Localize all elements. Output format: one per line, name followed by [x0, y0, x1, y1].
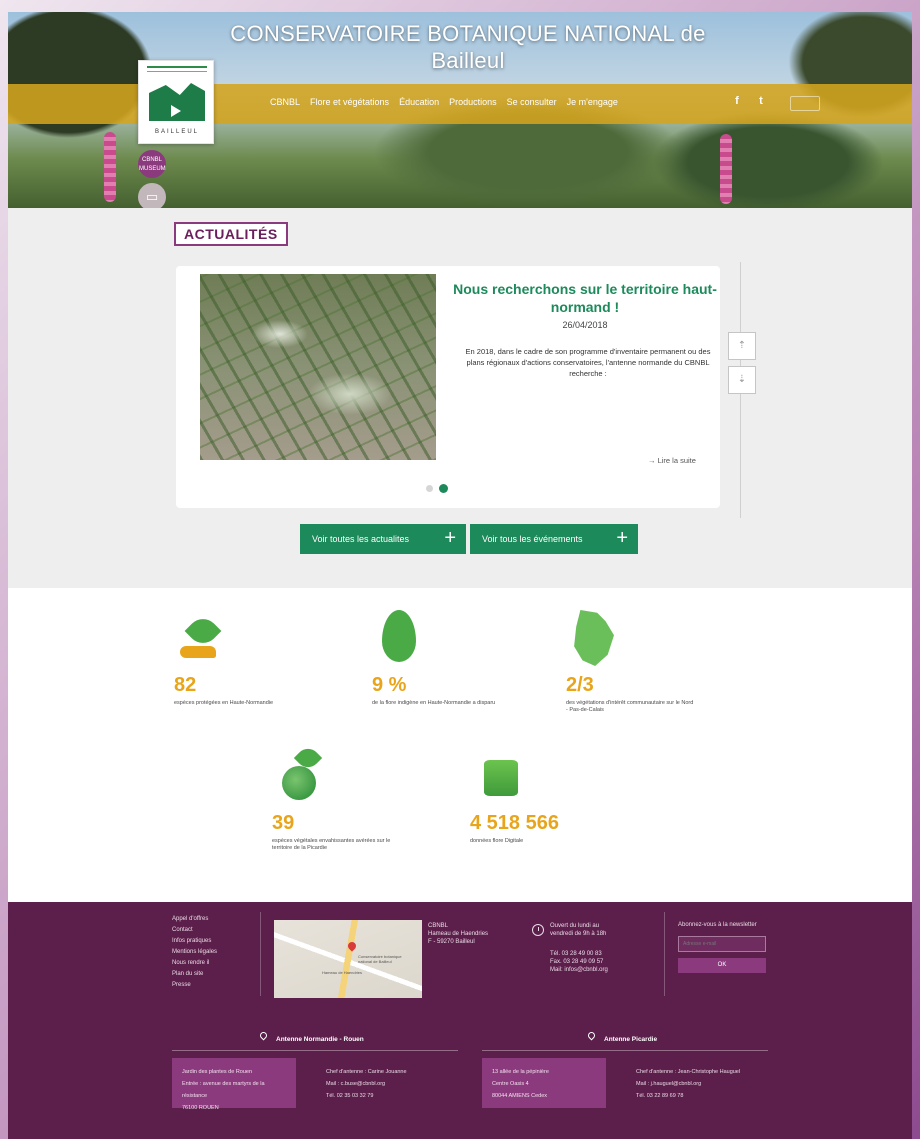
- map-pin-icon: [346, 940, 358, 952]
- stat-caption: de la flore indigène en Haute-Normandie …: [372, 700, 496, 706]
- stat-digital-data: 4 518 566 données flore Digitale: [470, 748, 630, 845]
- nav-item-cbnbl[interactable]: CBNBL: [270, 97, 300, 107]
- stat-protected-species: 82 espèces protégées en Haute-Normandie: [174, 610, 334, 707]
- news-excerpt: En 2018, dans le cadre de son programme …: [465, 347, 711, 378]
- stat-vegetation: 2/3 des végétations d'intérêt communauta…: [566, 610, 726, 714]
- stat-value: 2/3: [566, 674, 594, 696]
- stat-value: 4 518 566: [470, 812, 559, 834]
- globe-shape: [282, 766, 316, 800]
- stat-flora-disappeared: 9 % de la flore indigène en Haute-Norman…: [372, 610, 532, 707]
- nav-item-flore[interactable]: Flore et végétations: [310, 97, 389, 107]
- map-label: Conservatoire botanique national de Bail…: [358, 954, 402, 964]
- section-title-actualites: ACTUALITÉS: [174, 222, 288, 246]
- footer-link[interactable]: Mentions légales: [172, 947, 217, 958]
- news-date: 26/04/2018: [562, 320, 608, 330]
- location-map[interactable]: Conservatoire botanique national de Bail…: [274, 920, 422, 998]
- site-logo[interactable]: BAILLEUL: [138, 60, 214, 144]
- newsletter-email-input[interactable]: [678, 936, 766, 952]
- nav-item-productions[interactable]: Productions: [449, 97, 497, 107]
- footer-divider: [260, 912, 261, 996]
- clock-icon: [532, 924, 544, 936]
- footer-link[interactable]: Infos pratiques: [172, 936, 217, 947]
- carousel-next-button[interactable]: ⇣: [728, 366, 756, 394]
- footer-contact: Tél. 03 28 49 00 83 Fax. 03 28 49 09 57 …: [550, 951, 608, 973]
- nav-item-engage[interactable]: Je m'engage: [567, 97, 618, 107]
- footer-link[interactable]: Presse: [172, 980, 217, 991]
- location-pin-icon: [258, 1030, 269, 1041]
- antenne-address-box: 13 allée de la pépinière Centre Oasis 4 …: [482, 1058, 606, 1108]
- page: CONSERVATOIRE BOTANIQUE NATIONAL de Bail…: [8, 12, 912, 1139]
- antenne-title: Antenne Normandie - Rouen: [276, 1036, 364, 1043]
- footer-link[interactable]: Nous rendre il: [172, 958, 217, 969]
- globe-leaf-icon: [272, 743, 432, 808]
- antenne-contact: Chef d'antenne : Jean-Christophe Hauguel…: [636, 1069, 741, 1099]
- footer-link[interactable]: Contact: [172, 925, 217, 936]
- logo-play-icon: [171, 105, 181, 117]
- antenne-contact: Chef d'antenne : Carine Jouanne Mail : c…: [326, 1069, 407, 1099]
- search-box[interactable]: [790, 96, 820, 111]
- carousel-prev-button[interactable]: ⇡: [728, 332, 756, 360]
- plus-icon: +: [616, 527, 628, 549]
- newsletter-label: Abonnez-vous à la newsletter: [678, 922, 757, 928]
- footer-hours: Ouvert du lundi au vendredi de 9h à 18h: [550, 923, 607, 937]
- hand-plant-icon: [174, 610, 334, 670]
- antenne-address-box: Jardin des plantes de Rouen Entrée : ave…: [172, 1058, 296, 1111]
- book-icon[interactable]: ▭: [138, 183, 166, 211]
- stat-value: 9 %: [372, 674, 407, 696]
- all-events-label: Voir tous les événements: [482, 534, 583, 544]
- antenne-divider: [482, 1050, 768, 1051]
- stat-value: 82: [174, 674, 197, 696]
- stat-caption: données flore Digitale: [470, 838, 524, 844]
- foxglove-flower-right: [720, 134, 732, 204]
- stat-caption: espèces végétales envahissantes avérées …: [272, 838, 391, 851]
- drop-leaf-icon: [372, 610, 532, 670]
- all-news-button[interactable]: Voir toutes les actualites +: [300, 524, 466, 554]
- plus-icon: +: [444, 527, 456, 549]
- museum-badge[interactable]: CBNBL MUSEUM: [138, 150, 166, 178]
- site-title: CONSERVATOIRE BOTANIQUE NATIONAL de Bail…: [230, 21, 706, 73]
- footer: Appel d'offres Contact Infos pratiques M…: [8, 902, 912, 1139]
- database-shape: [484, 760, 518, 796]
- antenne-divider: [172, 1050, 458, 1051]
- social-links: f t: [730, 95, 768, 107]
- news-title[interactable]: Nous recherchons sur le territoire haut-…: [452, 280, 718, 316]
- twitter-icon[interactable]: t: [754, 95, 768, 107]
- carousel-dot[interactable]: [426, 485, 433, 492]
- map-shape: [574, 610, 614, 666]
- location-pin-icon: [586, 1030, 597, 1041]
- stat-value: 39: [272, 812, 295, 834]
- footer-link[interactable]: Plan du site: [172, 969, 217, 980]
- foxglove-flower-left: [104, 132, 116, 202]
- stat-caption: espèces protégées en Haute-Normandie: [174, 700, 274, 706]
- newsletter-submit-button[interactable]: OK: [678, 958, 766, 973]
- news-section: ACTUALITÉS Nous recherchons sur le terri…: [8, 208, 912, 588]
- carousel-dot-active[interactable]: [439, 484, 448, 493]
- nav-menu: CBNBL Flore et végétations Éducation Pro…: [270, 97, 618, 107]
- footer-links: Appel d'offres Contact Infos pratiques M…: [172, 914, 217, 991]
- footer-address: CBNBL Hameau de Haendries F - 59270 Bail…: [428, 923, 489, 945]
- nav-item-consulter[interactable]: Se consulter: [507, 97, 557, 107]
- map-label: Hameau de Haendries: [322, 970, 363, 975]
- read-more-link[interactable]: → Lire la suite: [648, 456, 696, 465]
- antenne-title: Antenne Picardie: [604, 1036, 658, 1043]
- all-news-label: Voir toutes les actualites: [312, 534, 410, 544]
- hand-shape: [180, 646, 216, 658]
- all-events-button[interactable]: Voir tous les événements +: [470, 524, 638, 554]
- drop-shape: [382, 610, 416, 662]
- footer-divider: [664, 912, 665, 996]
- news-carousel: Nous recherchons sur le territoire haut-…: [176, 266, 720, 508]
- news-image[interactable]: [200, 274, 436, 460]
- region-map-icon: [566, 610, 726, 670]
- carousel-dots: [426, 484, 448, 493]
- facebook-icon[interactable]: f: [730, 95, 744, 107]
- nav-item-education[interactable]: Éducation: [399, 97, 439, 107]
- logo-text: BAILLEUL: [154, 129, 200, 135]
- leaf-shape: [184, 612, 222, 650]
- stat-invasive-species: 39 espèces végétales envahissantes avéré…: [272, 743, 432, 852]
- stats-section: 82 espèces protégées en Haute-Normandie …: [8, 588, 912, 902]
- logo-stripe: [147, 66, 207, 72]
- stat-caption: des végétations d'intérêt communautaire …: [566, 700, 694, 713]
- database-icon: [470, 748, 630, 808]
- footer-link[interactable]: Appel d'offres: [172, 914, 217, 925]
